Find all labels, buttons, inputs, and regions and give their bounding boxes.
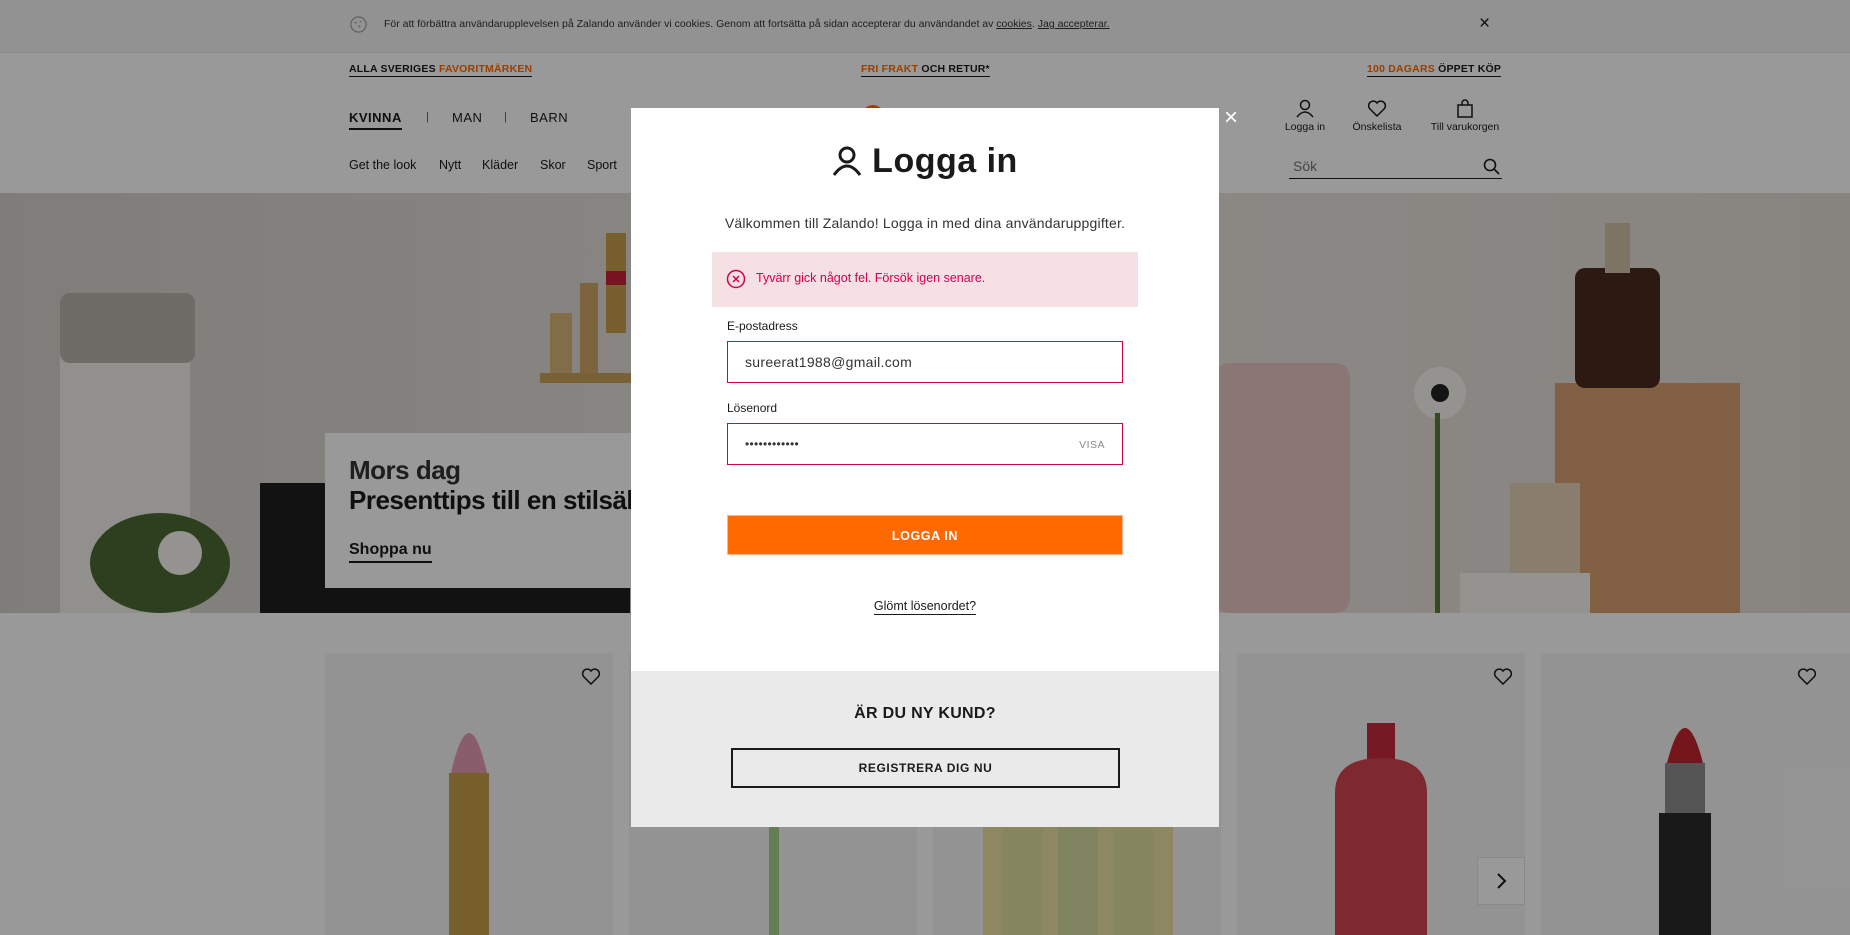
- user-icon: [832, 146, 862, 176]
- modal-title: Logga in: [631, 142, 1219, 181]
- email-value: sureerat1988@gmail.com: [745, 354, 913, 370]
- password-field[interactable]: •••••••••••• VISA: [727, 423, 1123, 465]
- modal-close-icon[interactable]: ×: [1224, 106, 1238, 130]
- show-password-button[interactable]: VISA: [1079, 439, 1105, 451]
- password-label: Lösenord: [727, 401, 778, 415]
- login-button[interactable]: LOGGA IN: [727, 515, 1123, 555]
- email-label: E-postadress: [727, 319, 798, 333]
- forgot-password-link[interactable]: Glömt lösenordet?: [873, 599, 977, 615]
- email-field[interactable]: sureerat1988@gmail.com: [727, 341, 1123, 383]
- error-message: Tyvärr gick något fel. Försök igen senar…: [712, 252, 1138, 307]
- login-modal: × Logga in Välkommen till Zalando! Logga…: [631, 106, 1238, 827]
- new-customer-title: ÄR DU NY KUND?: [854, 705, 996, 722]
- password-value: ••••••••••••: [745, 437, 800, 451]
- error-icon: [726, 269, 746, 289]
- error-text: Tyvärr gick något fel. Försök igen senar…: [756, 271, 986, 285]
- forgot-password-wrap: Glömt lösenordet?: [631, 599, 1219, 615]
- register-button[interactable]: REGISTRERA DIG NU: [731, 748, 1120, 788]
- welcome-text: Välkommen till Zalando! Logga in med din…: [724, 215, 1126, 231]
- new-customer-section: ÄR DU NY KUND? REGISTRERA DIG NU: [631, 671, 1219, 827]
